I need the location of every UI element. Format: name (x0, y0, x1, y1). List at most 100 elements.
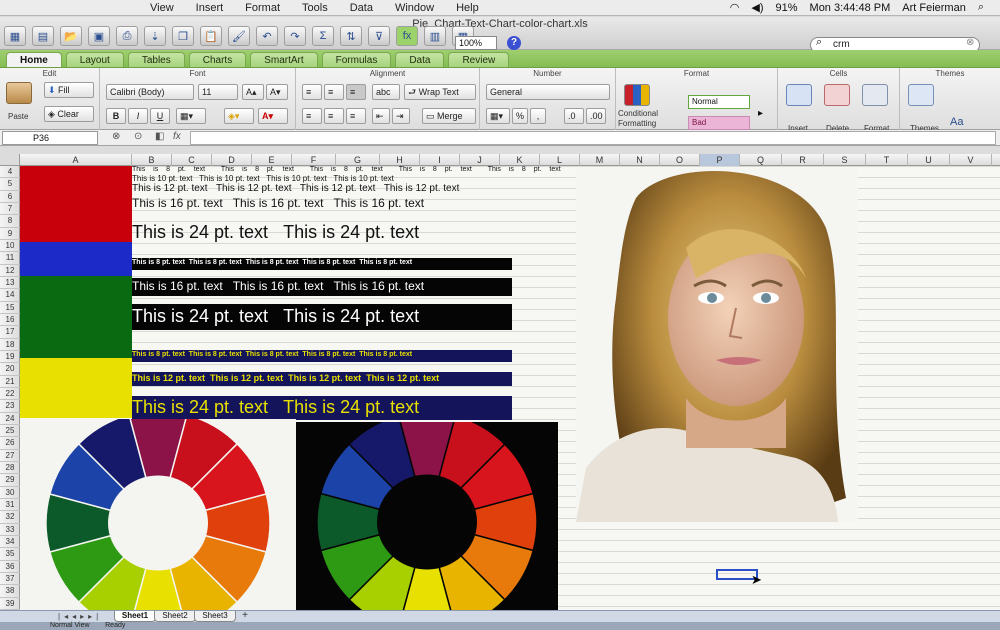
align-center-button[interactable]: ≡ (324, 108, 344, 124)
gallery-icon[interactable]: ▥ (424, 26, 446, 46)
underline-button[interactable]: U (150, 108, 170, 124)
column-header[interactable]: D (212, 154, 252, 166)
column-header[interactable]: E (252, 154, 292, 166)
align-bottom-button[interactable]: ≡ (346, 84, 366, 100)
increase-decimal-button[interactable]: .0 (564, 108, 584, 124)
row-header[interactable]: 5 (0, 178, 20, 191)
row-header[interactable]: 29 (0, 474, 20, 487)
column-header[interactable]: F (292, 154, 336, 166)
percent-button[interactable]: % (512, 108, 528, 124)
copy-icon[interactable]: ❐ (172, 26, 194, 46)
row-header[interactable]: 17 (0, 326, 20, 339)
paste-icon[interactable] (6, 82, 32, 104)
italic-button[interactable]: I (128, 108, 148, 124)
redo-icon[interactable]: ↷ (284, 26, 306, 46)
decrease-indent-button[interactable]: ⇤ (372, 108, 390, 124)
row-header[interactable]: 6 (0, 191, 20, 203)
increase-indent-button[interactable]: ⇥ (392, 108, 410, 124)
row-header[interactable]: 20 (0, 363, 20, 376)
row-header[interactable]: 34 (0, 536, 20, 549)
insert-cells-icon[interactable] (786, 84, 812, 106)
sheet-tab-1[interactable]: Sheet1 (114, 611, 156, 622)
comma-button[interactable]: , (530, 108, 546, 124)
insert-function-icon[interactable]: fx (173, 131, 181, 142)
worksheet-grid[interactable]: This is 8 pt. text This is 8 pt. text Th… (20, 166, 1000, 610)
row-header[interactable]: 26 (0, 437, 20, 450)
number-format-select[interactable]: General (486, 84, 610, 100)
sort-icon[interactable]: ⇅ (340, 26, 362, 46)
theme-fonts-button[interactable]: Aa (950, 116, 963, 128)
help-icon[interactable]: ? (507, 36, 521, 50)
column-header[interactable]: K (500, 154, 540, 166)
row-header[interactable]: 31 (0, 499, 20, 512)
paste-icon[interactable]: 📋 (200, 26, 222, 46)
row-header[interactable]: 19 (0, 351, 20, 364)
sheet-nav-arrows-icon[interactable]: |◂◂▸▸| (58, 611, 102, 622)
wrap-text-button[interactable]: ⮐ Wrap Text (404, 84, 476, 100)
row-header[interactable]: 18 (0, 339, 20, 351)
row-header[interactable]: 13 (0, 277, 20, 290)
row-header[interactable]: 10 (0, 240, 20, 253)
templates-icon[interactable]: ▤ (32, 26, 54, 46)
decrease-decimal-button[interactable]: .00 (586, 108, 606, 124)
row-header[interactable]: 11 (0, 252, 20, 265)
styles-next-icon[interactable]: ▸ (758, 108, 763, 119)
column-header[interactable]: Q (740, 154, 782, 166)
column-header[interactable]: J (460, 154, 500, 166)
formula-input[interactable] (190, 131, 996, 145)
format-cells-icon[interactable] (862, 84, 888, 106)
row-header[interactable]: 28 (0, 462, 20, 475)
column-header[interactable]: P (700, 154, 740, 166)
row-header[interactable]: 33 (0, 524, 20, 536)
column-header[interactable]: T (866, 154, 908, 166)
import-icon[interactable]: ⇣ (144, 26, 166, 46)
menu-view[interactable]: View (150, 2, 174, 14)
row-header[interactable]: 37 (0, 573, 20, 586)
cancel-formula-icon[interactable]: ⊗ (112, 131, 120, 142)
style-bad[interactable]: Bad (688, 116, 750, 130)
sheet-tab-3[interactable]: Sheet3 (194, 611, 236, 622)
autosum-icon[interactable]: Σ (312, 26, 334, 46)
undo-icon[interactable]: ↶ (256, 26, 278, 46)
tab-data[interactable]: Data (395, 52, 445, 67)
column-header[interactable]: N (620, 154, 660, 166)
row-header[interactable]: 36 (0, 561, 20, 573)
align-right-button[interactable]: ≡ (346, 108, 366, 124)
font-color-button[interactable]: A▾ (258, 108, 288, 124)
menu-data[interactable]: Data (350, 2, 373, 14)
new-workbook-icon[interactable]: ▦ (4, 26, 26, 46)
volume-icon[interactable]: ◀) (751, 1, 763, 14)
currency-button[interactable]: ▦▾ (486, 108, 510, 124)
row-header[interactable]: 39 (0, 598, 20, 610)
row-header[interactable]: 15 (0, 302, 20, 314)
themes-icon[interactable] (908, 84, 934, 106)
row-header[interactable]: 38 (0, 585, 20, 598)
row-header[interactable]: 35 (0, 548, 20, 561)
column-header[interactable]: H (380, 154, 420, 166)
fill-button[interactable]: ⬇ Fill (44, 82, 94, 98)
row-header[interactable]: 30 (0, 487, 20, 499)
spotlight-icon[interactable]: ⌕ (978, 1, 984, 14)
column-header[interactable]: U (908, 154, 950, 166)
row-header[interactable]: 25 (0, 425, 20, 438)
tab-tables[interactable]: Tables (127, 52, 185, 67)
column-header[interactable]: V (950, 154, 992, 166)
delete-cells-icon[interactable] (824, 84, 850, 106)
filter-icon[interactable]: ⊽ (368, 26, 390, 46)
bold-button[interactable]: B (106, 108, 126, 124)
column-header[interactable]: M (580, 154, 620, 166)
tab-layout[interactable]: Layout (65, 52, 124, 67)
row-header[interactable]: 4 (0, 166, 20, 179)
menu-help[interactable]: Help (456, 2, 479, 14)
tab-formulas[interactable]: Formulas (321, 52, 392, 67)
fill-color-button[interactable]: ◈▾ (224, 108, 254, 124)
row-header[interactable]: 27 (0, 450, 20, 462)
tab-smartart[interactable]: SmartArt (250, 52, 318, 67)
row-header[interactable]: 8 (0, 215, 20, 228)
merge-button[interactable]: ▭ Merge (422, 108, 476, 124)
row-header[interactable]: 32 (0, 511, 20, 524)
open-icon[interactable]: 📂 (60, 26, 82, 46)
font-size-select[interactable]: 11 (198, 84, 238, 100)
row-header[interactable]: 12 (0, 265, 20, 277)
enter-icon[interactable]: ◧ (155, 131, 164, 142)
